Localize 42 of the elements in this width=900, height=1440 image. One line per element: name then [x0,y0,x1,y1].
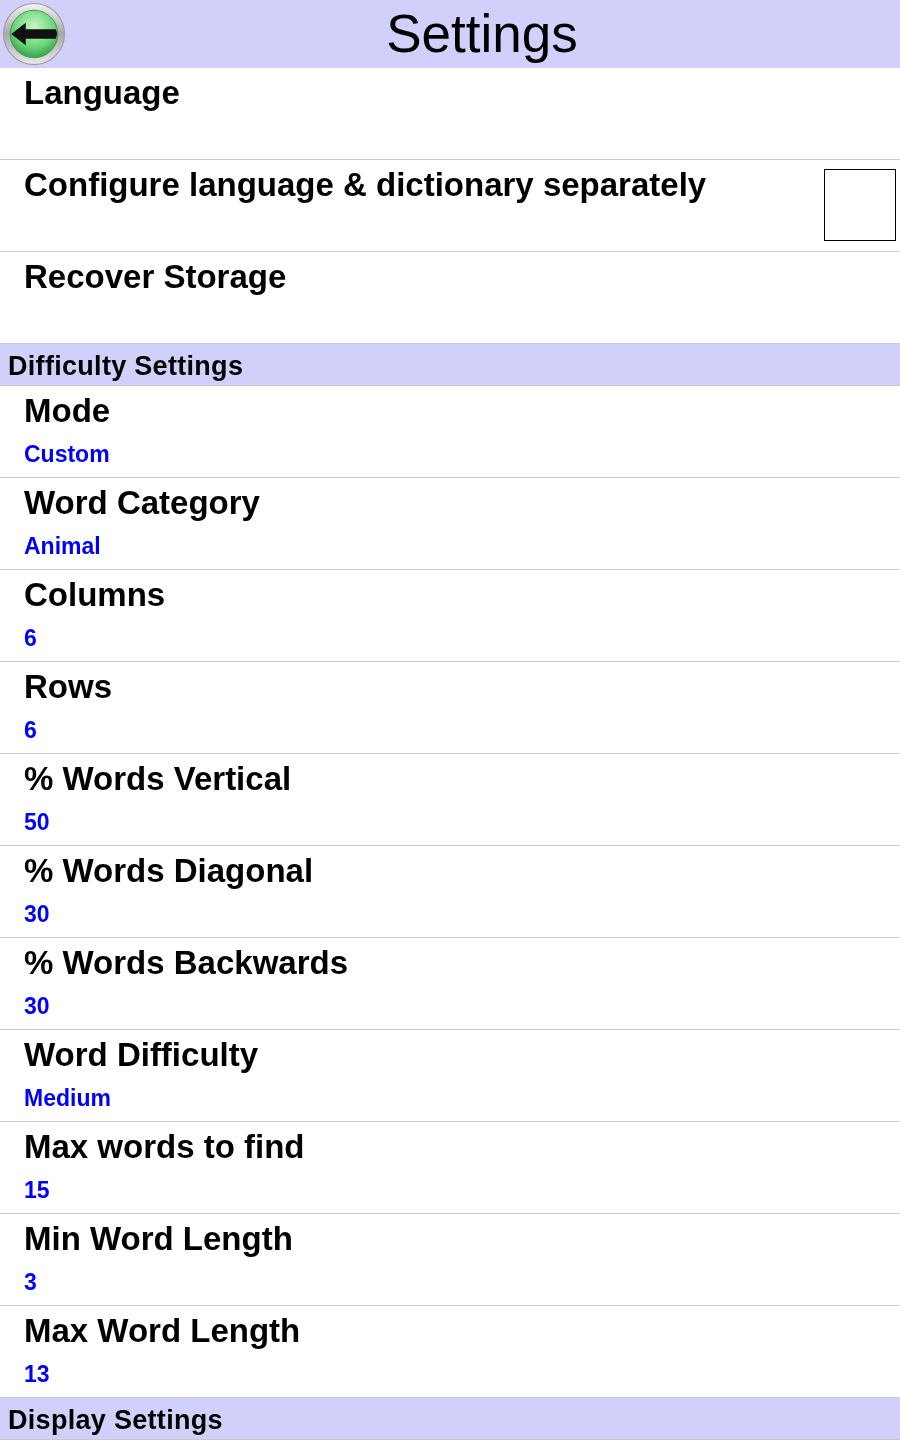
setting-value: 30 [24,900,51,928]
setting-title: Word Category [24,483,260,523]
setting-title: % Words Diagonal [24,851,314,891]
setting-row[interactable]: Word Difficulty Medium [0,1030,900,1122]
setting-value: 6 [24,716,38,744]
setting-row[interactable]: Min Word Length 3 [0,1214,900,1306]
setting-row[interactable]: Max words to find 15 [0,1122,900,1214]
setting-value: Animal [24,532,102,560]
checkbox[interactable] [824,169,896,241]
setting-title: Language [24,73,180,113]
setting-row[interactable]: % Words Diagonal 30 [0,846,900,938]
setting-row[interactable]: % Words Vertical 50 [0,754,900,846]
setting-value: Medium [24,1084,112,1112]
setting-title: Word Difficulty [24,1035,259,1075]
setting-title: Columns [24,575,166,615]
setting-row[interactable]: Word Category Animal [0,478,900,570]
setting-value: 6 [24,624,38,652]
setting-title: Min Word Length [24,1219,293,1259]
section-header: Display Settings [0,1398,900,1440]
setting-row[interactable]: Rows 6 [0,662,900,754]
setting-title: Rows [24,667,112,707]
window-title: Settings [385,3,579,65]
setting-title: Configure language & dictionary separately [24,165,707,205]
setting-title: Max words to find [24,1127,305,1167]
setting-value: 15 [24,1176,51,1204]
setting-value: 50 [24,808,51,836]
setting-title: Recover Storage [24,257,287,297]
setting-row[interactable]: Columns 6 [0,570,900,662]
setting-title: % Words Vertical [24,759,292,799]
setting-title: % Words Backwards [24,943,348,983]
setting-value: 3 [24,1268,38,1296]
setting-row[interactable]: Configure language & dictionary separately [0,160,900,252]
setting-value: 30 [24,992,51,1020]
setting-row[interactable]: % Words Backwards 30 [0,938,900,1030]
setting-title: Mode [24,391,111,431]
setting-row[interactable]: Mode Custom [0,386,900,478]
section-header: Difficulty Settings [0,344,900,386]
setting-title: Max Word Length [24,1311,301,1351]
back-button[interactable] [3,3,65,65]
setting-row[interactable]: Language [0,68,900,160]
setting-value: Custom [24,440,111,468]
setting-value: 13 [24,1360,51,1388]
